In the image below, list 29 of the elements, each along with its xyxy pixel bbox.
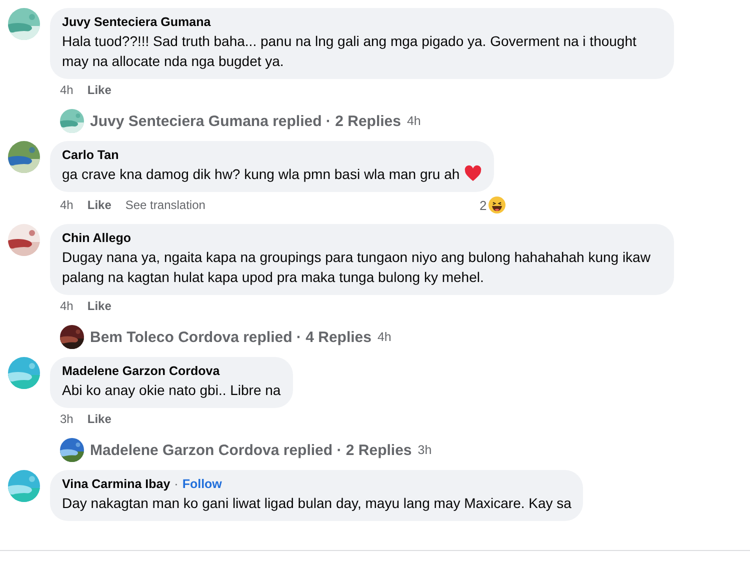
author-name[interactable]: Juvy Senteciera Gumana	[62, 15, 211, 29]
follow-link[interactable]: Follow	[182, 477, 222, 491]
comment-text: ga crave kna damog dik hw? kung wla pmn basi wla man gru ah	[62, 166, 460, 182]
like-link[interactable]: Like	[87, 83, 112, 97]
replies-link[interactable]: Madelene Garzon Cordova replied · 2 Replies	[90, 442, 412, 458]
author-name[interactable]: Chin Allego	[62, 231, 131, 245]
comment-time[interactable]: 4h	[60, 299, 74, 313]
like-link[interactable]: Like	[87, 412, 112, 426]
comment-text: Day nakagtan man ko gani liwat ligad bulan day, mayu lang may Maxicare. Kay sa	[62, 495, 572, 511]
comment-time[interactable]: 3h	[60, 412, 74, 426]
see-translation-link[interactable]: See translation	[125, 198, 206, 212]
author-name[interactable]: Madelene Garzon Cordova	[62, 364, 220, 378]
separator-dot: ·	[174, 477, 178, 491]
reply-time: 4h	[406, 114, 421, 128]
comment-text: Dugay nana ya, ngaita kapa na groupings para tungaon niyo ang bulong hahahahah kung ikaw palang na kagtan hulat kapa upod pra maka tunga bulong ky mehel.	[62, 249, 650, 285]
reaction-count[interactable]: 2	[479, 198, 487, 212]
author-name[interactable]: Vina Carmina Ibay	[62, 477, 170, 491]
comment-text: Hala tuod??!!! Sad truth baha... panu na lng gali ang mga pigado ya. Goverment na i thought may na allocate nda nga bugdet ya.	[62, 33, 636, 69]
replies-link[interactable]: Juvy Senteciera Gumana replied · 2 Replies	[90, 112, 401, 130]
like-link[interactable]: Like	[87, 299, 112, 313]
reply-time: 3h	[418, 443, 432, 457]
author-name[interactable]: Carlo Tan	[62, 148, 119, 162]
reply-time: 4h	[377, 330, 392, 344]
laughing-emoji-icon[interactable]	[488, 196, 506, 214]
comment-text: Abi ko anay okie nato gbi.. Libre na	[62, 382, 281, 398]
replies-link[interactable]: Bem Toleco Cordova replied · 4 Replies	[90, 328, 372, 346]
comment-time[interactable]: 4h	[60, 83, 74, 97]
like-link[interactable]: Like	[87, 198, 112, 212]
comment-time[interactable]: 4h	[60, 198, 74, 212]
